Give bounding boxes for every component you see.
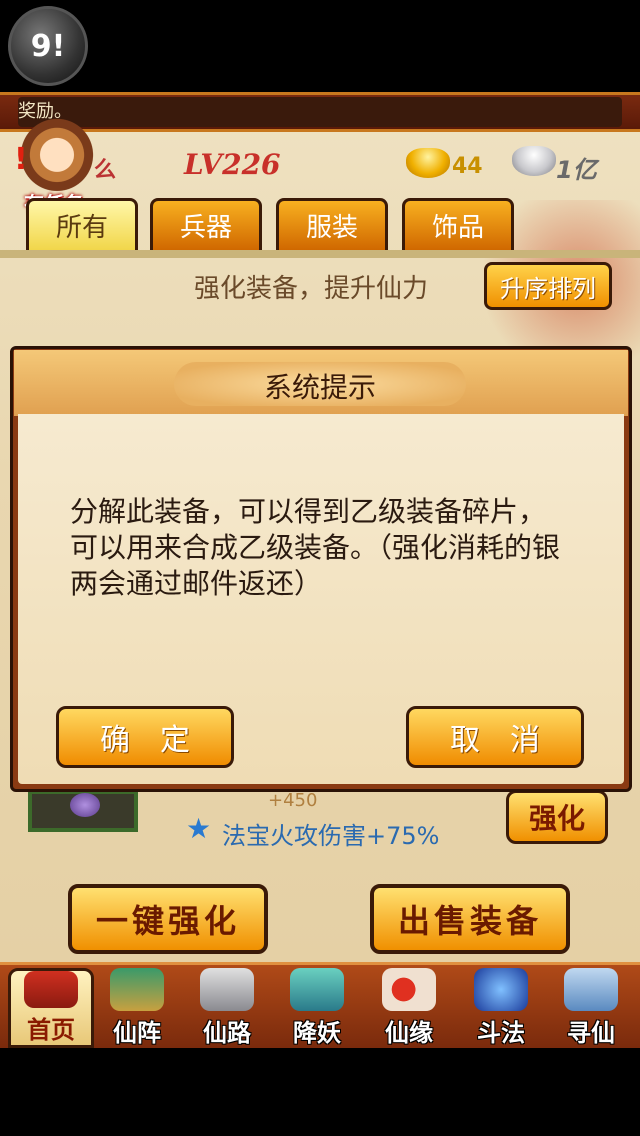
nav-label: 降妖 <box>293 1019 341 1047</box>
sort-ascending-button[interactable]: 升序排列 <box>484 262 612 310</box>
demon-icon <box>290 968 344 1011</box>
crossed-swords-icon <box>200 968 254 1011</box>
silver-ingot-icon <box>512 146 556 176</box>
tab-clothing[interactable]: 服装 <box>276 198 388 250</box>
enhance-hint: 强化装备，提升仙力 <box>194 274 429 304</box>
nav-home[interactable]: 首页 <box>8 968 94 1048</box>
nav-label: 首页 <box>27 1016 75 1044</box>
nav-label: 寻仙 <box>567 1019 615 1047</box>
tab-divider <box>0 250 640 258</box>
one-click-enhance-button[interactable]: 一键强化 <box>68 884 268 954</box>
alert-icon: ! <box>14 142 28 177</box>
gold-ingot-icon <box>406 148 450 178</box>
gourd-icon <box>564 968 618 1011</box>
player-level: LV226 <box>184 148 281 181</box>
player-name: 么 <box>94 158 117 183</box>
stat-fire-damage: 法宝火攻伤害+75% <box>222 822 440 850</box>
bottom-blank <box>0 1048 640 1136</box>
blue-flame-icon <box>474 968 528 1011</box>
confirm-button[interactable]: 确定 <box>56 706 234 768</box>
tab-weapons[interactable]: 兵器 <box>150 198 262 250</box>
star-icon: ★ <box>186 812 212 845</box>
tab-accessories[interactable]: 饰品 <box>402 198 514 250</box>
silver-amount: 1亿 <box>556 156 597 184</box>
formation-icon <box>110 968 164 1011</box>
nav-duel[interactable]: 斗法 <box>458 968 544 1048</box>
equipment-gem-icon <box>70 793 100 817</box>
crane-icon <box>382 968 436 1011</box>
tab-all[interactable]: 所有 <box>26 198 138 250</box>
marquee-text: 奖励。 <box>18 97 622 127</box>
gold-amount: 44 <box>452 154 483 179</box>
dialog-title: 系统提示 <box>263 371 376 404</box>
stat-bonus: +450 <box>268 790 318 811</box>
nav-label: 仙路 <box>203 1019 251 1047</box>
nav-path[interactable]: 仙路 <box>184 968 270 1048</box>
floating-app-button[interactable]: 9! <box>8 6 88 86</box>
nav-formation[interactable]: 仙阵 <box>94 968 180 1048</box>
cancel-button[interactable]: 取消 <box>406 706 584 768</box>
nav-label: 仙阵 <box>113 1019 161 1047</box>
nav-seek[interactable]: 寻仙 <box>548 968 634 1048</box>
nav-fate[interactable]: 仙缘 <box>366 968 452 1048</box>
nav-label: 斗法 <box>477 1019 525 1047</box>
nav-label: 仙缘 <box>385 1019 433 1047</box>
sell-equipment-button[interactable]: 出售装备 <box>370 884 570 954</box>
enhance-button[interactable]: 强化 <box>506 790 608 844</box>
top-bar <box>0 0 640 92</box>
dialog-message: 分解此装备，可以得到乙级装备碎片，可以用来合成乙级装备。（强化消耗的银两会通过邮… <box>70 495 561 600</box>
nav-demon[interactable]: 降妖 <box>274 968 360 1048</box>
palace-icon <box>24 971 78 1008</box>
